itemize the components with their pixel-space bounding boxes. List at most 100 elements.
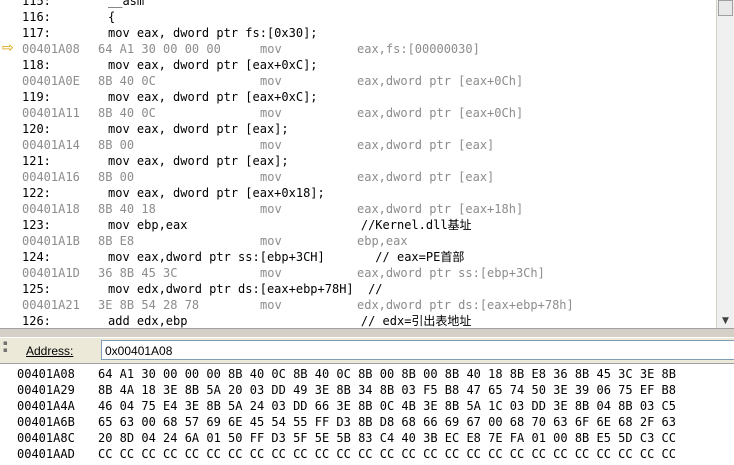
memory-row[interactable]: 00401AAD CC CC CC CC CC CC CC CC CC CC CC… [0,446,734,462]
source-text: mov eax, dword ptr [eax+0xC]; [108,90,318,104]
line-number: 121: [22,154,51,168]
memory-bytes[interactable]: 8B 4A 18 3E 8B 5A 20 03 DD 49 3E 8B 34 8… [98,382,676,398]
source-line[interactable]: 126: add edx,ebp // edx=引出表地址 [0,313,716,328]
source-text: mov eax, dword ptr [eax+0x18]; [108,186,325,200]
source-line[interactable]: 118: mov eax, dword ptr [eax+0xC]; [0,57,716,73]
memory-address: 00401A29 [17,383,75,397]
source-text: mov edx,dword ptr ds:[eax+ebp+78H] // [108,282,383,296]
line-number: 119: [22,90,51,104]
mnemonic: mov [260,202,282,216]
mnemonic: mov [260,234,282,248]
source-text: mov eax, dword ptr [eax+0xC]; [108,58,318,72]
memory-row[interactable]: 00401A6B 65 63 00 68 57 69 6E 45 54 55 FF… [0,414,734,430]
opcode-bytes: 64 A1 30 00 00 00 [98,42,221,56]
disassembly-line[interactable]: ⇨ 00401A08 64 A1 30 00 00 00 mov eax,fs:[000… [0,40,716,57]
address-label: Address: [26,344,74,358]
source-code-pane[interactable]: 115: __asm 116: {117: mov eax, dword ptr fs:… [0,0,716,328]
scrollbar-thumb[interactable] [718,0,733,16]
mnemonic: mov [260,170,282,184]
source-line[interactable]: 124: mov eax,dword ptr ss:[ebp+3CH] // ea… [0,249,716,265]
disassembly-line[interactable]: 00401A21 3E 8B 54 28 78 mov edx,dword ptr d… [0,297,716,313]
mnemonic: mov [260,138,282,152]
address: 00401A16 [22,170,80,184]
chevron-down-icon[interactable]: ▼ [717,314,734,328]
source-text: mov ebp,eax //Kernel.dll基址 [108,218,472,232]
source-text: add edx,ebp // edx=引出表地址 [108,314,472,328]
disassembly-line[interactable]: 00401A14 8B 00 mov eax,dword ptr [eax] [0,137,716,153]
memory-bytes[interactable]: 64 A1 30 00 00 00 8B 40 0C 8B 40 0C 8B 0… [98,366,676,382]
address-input[interactable]: 0x00401A08 [101,340,734,360]
memory-bytes[interactable]: 65 63 00 68 57 69 6E 45 54 55 FF D3 8B D… [98,414,676,430]
address: 00401A1D [22,266,80,280]
disassembly-line[interactable]: 00401A1D 36 8B 45 3C mov eax,dword ptr ss:[… [0,265,716,281]
mnemonic: mov [260,106,282,120]
source-line[interactable]: 117: mov eax, dword ptr fs:[0x30]; [0,25,716,41]
operands: eax,dword ptr [eax+0Ch] [357,74,524,88]
operands: eax,dword ptr [eax] [357,170,495,184]
source-line[interactable]: 120: mov eax, dword ptr [eax]; [0,121,716,137]
source-text: __asm [108,0,145,8]
source-line[interactable]: 125: mov edx,dword ptr ds:[eax+ebp+78H] /… [0,281,716,297]
line-number: 120: [22,122,51,136]
opcode-bytes: 3E 8B 54 28 78 [98,298,200,312]
memory-bytes[interactable]: CC CC CC CC CC CC CC CC CC CC CC CC CC C… [98,446,676,462]
code-vertical-scrollbar[interactable]: ▼ [716,0,734,328]
memory-row[interactable]: 00401A4A 46 04 75 E4 3E 8B 5A 24 03 DD 66… [0,398,734,414]
operands: eax,fs:[00000030] [357,42,480,56]
memory-pane: ▪ ▪ Address: 0x00401A08 00401A08 64 A1 30 … [0,338,734,465]
memory-row[interactable]: 00401A08 64 A1 30 00 00 00 8B 40 0C 8B 40… [0,366,734,382]
operands: edx,dword ptr ds:[eax+ebp+78h] [357,298,574,312]
arrow-right-icon: ⇨ [2,40,14,56]
source-line[interactable]: 123: mov ebp,eax //Kernel.dll基址 [0,217,716,233]
mnemonic: mov [260,74,282,88]
memory-row[interactable]: 00401A29 8B 4A 18 3E 8B 5A 20 03 DD 49 3E… [0,382,734,398]
opcode-bytes: 8B E8 [98,234,135,248]
operands: ebp,eax [357,234,408,248]
memory-address: 00401AAD [17,447,75,461]
source-line[interactable]: 116: { [0,9,716,25]
line-number: 115: [22,0,51,8]
pane-splitter[interactable] [0,328,734,338]
disassembly-line[interactable]: 00401A11 8B 40 0C mov eax,dword ptr [eax+0C… [0,105,716,121]
source-line[interactable]: 122: mov eax, dword ptr [eax+0x18]; [0,185,716,201]
mnemonic: mov [260,266,282,280]
line-number: 123: [22,218,51,232]
address: 00401A18 [22,202,80,216]
address: 00401A1B [22,234,80,248]
memory-address: 00401A4A [17,399,75,413]
disassembly-line[interactable]: 00401A16 8B 00 mov eax,dword ptr [eax] [0,169,716,185]
opcode-bytes: 8B 00 [98,138,135,152]
toolbar-grip-icon[interactable]: ▪ ▪ [3,340,11,354]
disassembly-line[interactable]: 00401A0E 8B 40 0C mov eax,dword ptr [eax+0C… [0,73,716,89]
memory-address: 00401A08 [17,367,75,381]
memory-address: 00401A6B [17,415,75,429]
operands: eax,dword ptr [eax+0Ch] [357,106,524,120]
source-text: { [108,10,116,24]
source-text: mov eax, dword ptr [eax]; [108,122,289,136]
memory-bytes[interactable]: 20 8D 04 24 6A 01 50 FF D3 5F 5E 5B 83 C… [98,430,676,446]
line-number: 126: [22,314,51,328]
line-number: 125: [22,282,51,296]
memory-dump[interactable]: 00401A08 64 A1 30 00 00 00 8B 40 0C 8B 40… [0,364,734,465]
mnemonic: mov [260,298,282,312]
source-line[interactable]: 115: __asm [0,0,716,9]
memory-bytes[interactable]: 46 04 75 E4 3E 8B 5A 24 03 DD 66 3E 8B 0… [98,398,676,414]
disassembly-line[interactable]: 00401A18 8B 40 18 mov eax,dword ptr [eax+18… [0,201,716,217]
source-text: mov eax,dword ptr ss:[ebp+3CH] // eax=PE… [108,250,465,264]
line-number: 117: [22,26,51,40]
source-line[interactable]: 119: mov eax, dword ptr [eax+0xC]; [0,89,716,105]
line-number: 118: [22,58,51,72]
operands: eax,dword ptr [eax+18h] [357,202,524,216]
memory-address: 00401A8C [17,431,75,445]
mnemonic: mov [260,42,282,56]
line-number: 116: [22,10,51,24]
memory-row[interactable]: 00401A8C 20 8D 04 24 6A 01 50 FF D3 5F 5E… [0,430,734,446]
address: 00401A21 [22,298,80,312]
address: 00401A0E [22,74,80,88]
line-number: 122: [22,186,51,200]
disassembly-line[interactable]: 00401A1B 8B E8 mov ebp,eax [0,233,716,249]
source-text: mov eax, dword ptr [eax]; [108,154,289,168]
source-line[interactable]: 121: mov eax, dword ptr [eax]; [0,153,716,169]
opcode-bytes: 8B 40 0C [98,74,156,88]
address: 00401A11 [22,106,80,120]
